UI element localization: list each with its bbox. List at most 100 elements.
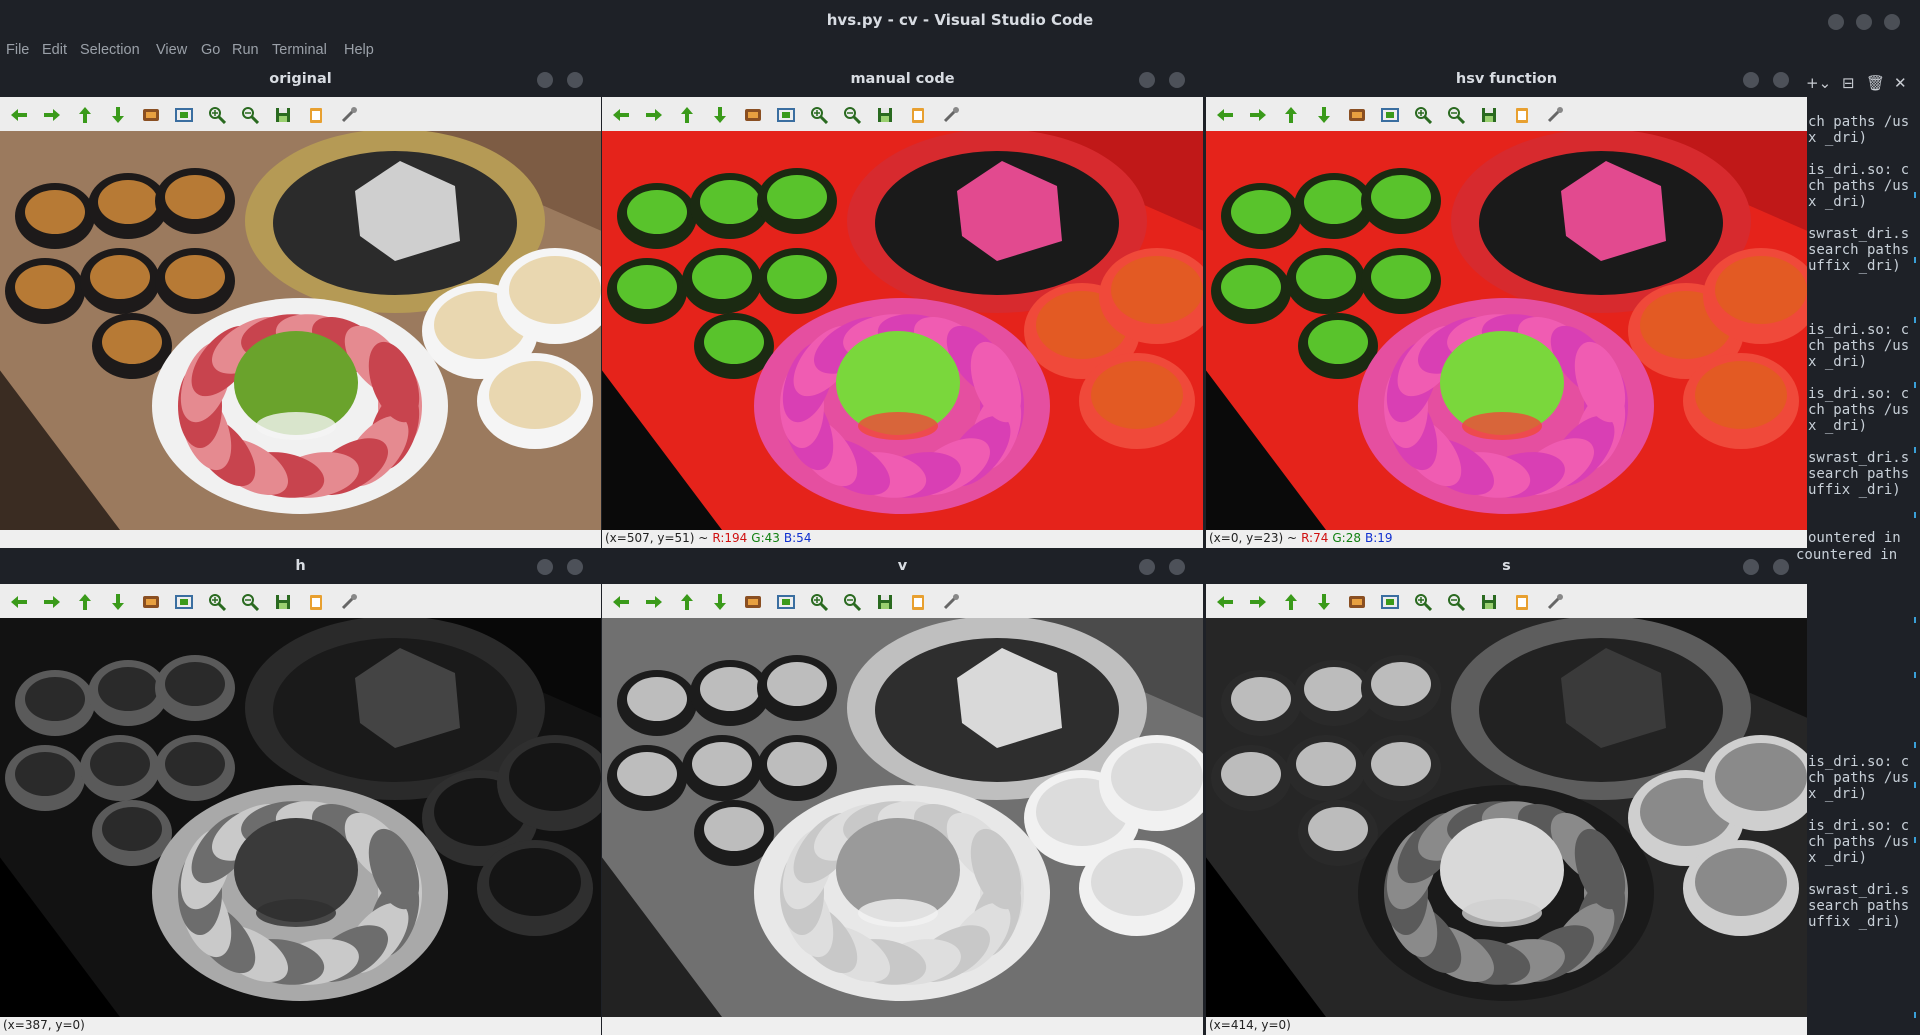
zoom-fit-icon[interactable] — [777, 593, 795, 611]
copy-icon[interactable] — [1513, 593, 1531, 611]
cv-window-2[interactable]: hsv function (x=0, y=23) ~ R:74 G:28 B:19 — [1206, 62, 1807, 548]
maximize-button[interactable] — [1856, 14, 1872, 30]
menu-go[interactable]: Go — [201, 42, 220, 58]
close-button[interactable] — [1169, 72, 1185, 88]
cv-window-1[interactable]: manual code (x=507, y=51) ~ R:194 G:43 B:54 — [602, 62, 1203, 548]
minimize-button[interactable] — [537, 72, 553, 88]
zoom-out-icon[interactable] — [843, 593, 861, 611]
zoom-image-icon[interactable] — [142, 106, 160, 124]
pan-left-icon[interactable] — [612, 593, 630, 611]
trash-icon[interactable]: 🗑 — [1866, 74, 1885, 92]
properties-icon[interactable] — [1546, 106, 1564, 124]
zoom-image-icon[interactable] — [1348, 593, 1366, 611]
zoom-fit-icon[interactable] — [1381, 106, 1399, 124]
pan-down-icon[interactable] — [1315, 593, 1333, 611]
pan-left-icon[interactable] — [1216, 593, 1234, 611]
minimize-button[interactable] — [1828, 14, 1844, 30]
minimize-button[interactable] — [1743, 72, 1759, 88]
menu-help[interactable]: Help — [344, 42, 374, 58]
save-icon[interactable] — [1480, 593, 1498, 611]
image-canvas[interactable] — [602, 618, 1203, 1017]
properties-icon[interactable] — [340, 593, 358, 611]
menu-run[interactable]: Run — [232, 42, 259, 58]
zoom-out-icon[interactable] — [241, 106, 259, 124]
pan-left-icon[interactable] — [10, 593, 28, 611]
close-panel-icon[interactable]: ✕ — [1894, 74, 1907, 92]
zoom-out-icon[interactable] — [241, 593, 259, 611]
zoom-image-icon[interactable] — [1348, 106, 1366, 124]
image-canvas[interactable] — [602, 131, 1203, 530]
zoom-out-icon[interactable] — [843, 106, 861, 124]
pan-up-icon[interactable] — [678, 593, 696, 611]
properties-icon[interactable] — [340, 106, 358, 124]
pan-up-icon[interactable] — [678, 106, 696, 124]
cv-window-3[interactable]: h (x=387, y=0) — [0, 549, 601, 1035]
minimize-button[interactable] — [1139, 559, 1155, 575]
zoom-image-icon[interactable] — [744, 593, 762, 611]
minimize-button[interactable] — [537, 559, 553, 575]
save-icon[interactable] — [1480, 106, 1498, 124]
window-titlebar[interactable]: h — [0, 549, 601, 584]
zoom-in-icon[interactable] — [1414, 593, 1432, 611]
copy-icon[interactable] — [307, 593, 325, 611]
zoom-out-icon[interactable] — [1447, 106, 1465, 124]
pan-right-icon[interactable] — [1249, 593, 1267, 611]
pan-left-icon[interactable] — [1216, 106, 1234, 124]
pan-right-icon[interactable] — [645, 106, 663, 124]
minimize-button[interactable] — [1139, 72, 1155, 88]
pan-down-icon[interactable] — [109, 593, 127, 611]
zoom-in-icon[interactable] — [810, 593, 828, 611]
close-button[interactable] — [1773, 559, 1789, 575]
save-icon[interactable] — [274, 593, 292, 611]
copy-icon[interactable] — [909, 593, 927, 611]
zoom-out-icon[interactable] — [1447, 593, 1465, 611]
pan-right-icon[interactable] — [43, 593, 61, 611]
properties-icon[interactable] — [1546, 593, 1564, 611]
add-terminal-icon[interactable]: +⌄ — [1806, 74, 1831, 92]
image-canvas[interactable] — [1206, 618, 1807, 1017]
pan-right-icon[interactable] — [43, 106, 61, 124]
close-button[interactable] — [1773, 72, 1789, 88]
zoom-in-icon[interactable] — [1414, 106, 1432, 124]
pan-left-icon[interactable] — [612, 106, 630, 124]
pan-right-icon[interactable] — [1249, 106, 1267, 124]
copy-icon[interactable] — [307, 106, 325, 124]
zoom-in-icon[interactable] — [810, 106, 828, 124]
pan-down-icon[interactable] — [1315, 106, 1333, 124]
window-titlebar[interactable]: s — [1206, 549, 1807, 584]
zoom-fit-icon[interactable] — [175, 106, 193, 124]
zoom-fit-icon[interactable] — [1381, 593, 1399, 611]
copy-icon[interactable] — [909, 106, 927, 124]
image-canvas[interactable] — [0, 131, 601, 530]
window-titlebar[interactable]: v — [602, 549, 1203, 584]
zoom-fit-icon[interactable] — [777, 106, 795, 124]
pan-right-icon[interactable] — [645, 593, 663, 611]
pan-up-icon[interactable] — [76, 593, 94, 611]
zoom-fit-icon[interactable] — [175, 593, 193, 611]
window-titlebar[interactable]: hsv function — [1206, 62, 1807, 97]
properties-icon[interactable] — [942, 106, 960, 124]
save-icon[interactable] — [876, 106, 894, 124]
copy-icon[interactable] — [1513, 106, 1531, 124]
close-button[interactable] — [567, 559, 583, 575]
pan-down-icon[interactable] — [711, 106, 729, 124]
pan-up-icon[interactable] — [1282, 106, 1300, 124]
pan-up-icon[interactable] — [76, 106, 94, 124]
zoom-in-icon[interactable] — [208, 106, 226, 124]
minimize-button[interactable] — [1743, 559, 1759, 575]
menu-file[interactable]: File — [6, 42, 29, 58]
window-titlebar[interactable]: manual code — [602, 62, 1203, 97]
save-icon[interactable] — [876, 593, 894, 611]
close-button[interactable] — [1169, 559, 1185, 575]
save-icon[interactable] — [274, 106, 292, 124]
pan-down-icon[interactable] — [711, 593, 729, 611]
pan-down-icon[interactable] — [109, 106, 127, 124]
pan-up-icon[interactable] — [1282, 593, 1300, 611]
close-button[interactable] — [567, 72, 583, 88]
image-canvas[interactable] — [0, 618, 601, 1017]
zoom-in-icon[interactable] — [208, 593, 226, 611]
image-canvas[interactable] — [1206, 131, 1807, 530]
pan-left-icon[interactable] — [10, 106, 28, 124]
menu-view[interactable]: View — [156, 42, 187, 58]
window-titlebar[interactable]: original — [0, 62, 601, 97]
